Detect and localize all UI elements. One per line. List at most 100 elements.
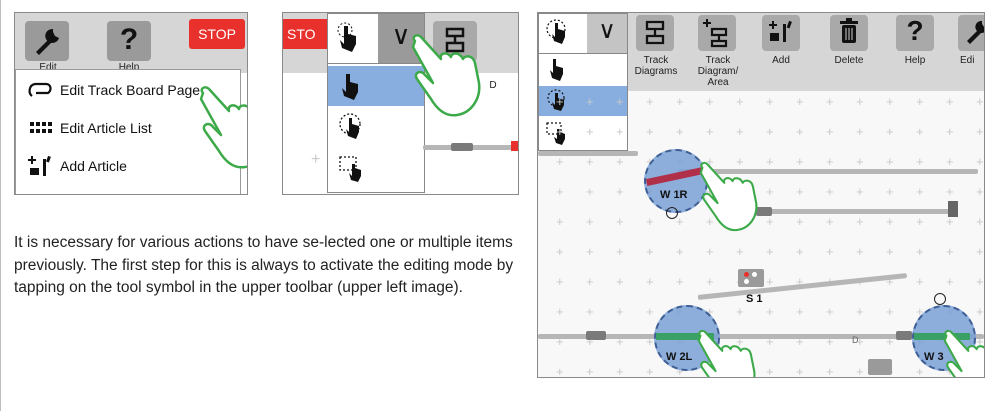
grid-plus: +	[586, 364, 594, 378]
grid-plus: +	[856, 124, 864, 139]
grid-plus: +	[586, 124, 594, 139]
pointer-hand-icon	[342, 74, 358, 100]
help-button[interactable]: ?	[107, 21, 151, 61]
tapping-hand-icon	[943, 329, 984, 377]
track-segment	[896, 331, 912, 340]
signal-label: S 1	[746, 293, 763, 305]
grid-plus: +	[826, 364, 834, 378]
grid-plus: +	[676, 214, 684, 229]
grid-plus: +	[886, 184, 894, 199]
grid-plus: +	[856, 304, 864, 319]
grid-plus: +	[796, 184, 804, 199]
grid-plus: +	[556, 214, 564, 229]
grid-plus: +	[976, 184, 984, 199]
grid-plus: +	[826, 244, 834, 259]
track-end-red	[511, 141, 518, 151]
description-text: It is necessary for various actions to h…	[14, 234, 514, 296]
grid-plus: +	[856, 244, 864, 259]
grid-plus: +	[556, 304, 564, 319]
add-article-icon	[28, 155, 51, 176]
add-button[interactable]	[762, 15, 800, 51]
pointer-hand-icon	[550, 59, 563, 81]
grid-plus: +	[586, 304, 594, 319]
grid-plus: +	[856, 364, 864, 378]
grid-plus: +	[766, 304, 774, 319]
stop-label: STOP	[198, 26, 236, 42]
grid-plus: +	[646, 124, 654, 139]
grid-plus: +	[946, 184, 954, 199]
grid-plus: +	[946, 94, 954, 109]
selection-mode-dropdown[interactable]: ∨	[538, 13, 628, 55]
grid-plus: +	[616, 154, 624, 169]
signal-icon	[738, 269, 764, 287]
grid-plus: +	[766, 274, 774, 289]
help-icon: ?	[119, 23, 139, 56]
stop-button[interactable]: STO	[283, 19, 327, 49]
track-board-icon	[28, 82, 52, 97]
track-segment	[586, 331, 606, 340]
grid-plus: +	[616, 214, 624, 229]
tapping-hand-icon	[199, 86, 247, 169]
grid-plus: +	[556, 94, 564, 109]
track-board-screenshot: ∨ Track Diagrams Track Diagram/ Area Add…	[537, 12, 985, 378]
grid-plus: +	[946, 244, 954, 259]
article-list-icon	[30, 122, 52, 133]
grid-plus: +	[706, 124, 714, 139]
grid-plus: +	[826, 184, 834, 199]
grid-plus: +	[586, 274, 594, 289]
toolbar-caption: Help	[904, 55, 926, 66]
edit-tool-button[interactable]	[25, 21, 69, 61]
grid-plus: +	[946, 124, 954, 139]
grid-plus: +	[616, 244, 624, 259]
turnout-label: W 2L	[666, 351, 693, 363]
track-diagrams-button[interactable]	[636, 15, 674, 51]
dropdown-toggle[interactable]: ∨	[587, 14, 627, 54]
grid-plus: +	[916, 274, 924, 289]
grid-plus: +	[976, 304, 984, 319]
grid-plus: +	[646, 304, 654, 319]
grid-plus: +	[556, 124, 564, 139]
grid-plus: +	[766, 154, 774, 169]
add-icon	[769, 20, 792, 42]
help-button[interactable]: ?	[896, 15, 934, 51]
delete-button[interactable]	[830, 15, 868, 51]
grid-plus: +	[706, 244, 714, 259]
option-row[interactable]	[328, 150, 424, 190]
grid-plus: +	[826, 214, 834, 229]
track-diagram-area-button[interactable]	[698, 15, 736, 51]
grid-plus: +	[796, 304, 804, 319]
edit-tool-button[interactable]	[958, 15, 984, 51]
tapping-hand-icon	[411, 34, 481, 117]
grid-plus: +	[676, 94, 684, 109]
grid-plus: +	[646, 94, 654, 109]
grid-plus: +	[706, 94, 714, 109]
track-buffer	[948, 201, 958, 217]
signal-icon	[868, 359, 892, 375]
grid-plus: +	[766, 244, 774, 259]
menu-item-label: Edit Track Board Page	[60, 82, 201, 98]
stop-button[interactable]: STOP	[189, 19, 245, 49]
edit-menu-screenshot: Edit ? Help STOP Edit Track Board Page E…	[14, 12, 248, 195]
toolbar-caption: Track Diagram/ Area	[697, 55, 739, 88]
grid-plus: +	[646, 364, 654, 378]
grid-plus: +	[916, 244, 924, 259]
turnout-label: W 1R	[660, 189, 688, 201]
grid-plus: +	[946, 154, 954, 169]
grid-plus: +	[556, 364, 564, 378]
turnout-indicator-icon	[934, 293, 946, 305]
grid-plus: +	[556, 244, 564, 259]
grid-plus: +	[826, 154, 834, 169]
grid-plus: +	[556, 154, 564, 169]
chevron-down-icon: ∨	[598, 17, 616, 44]
grid-plus: +	[766, 364, 774, 378]
grid-plus: +	[976, 214, 984, 229]
grid-plus: +	[886, 124, 894, 139]
grid-plus: +	[311, 151, 321, 168]
grid-plus: +	[796, 244, 804, 259]
grid-plus: +	[916, 124, 924, 139]
grid-plus: +	[676, 244, 684, 259]
grid-plus: +	[736, 94, 744, 109]
grid-plus: +	[916, 214, 924, 229]
grid-plus: +	[976, 244, 984, 259]
option-row[interactable]	[539, 54, 627, 84]
